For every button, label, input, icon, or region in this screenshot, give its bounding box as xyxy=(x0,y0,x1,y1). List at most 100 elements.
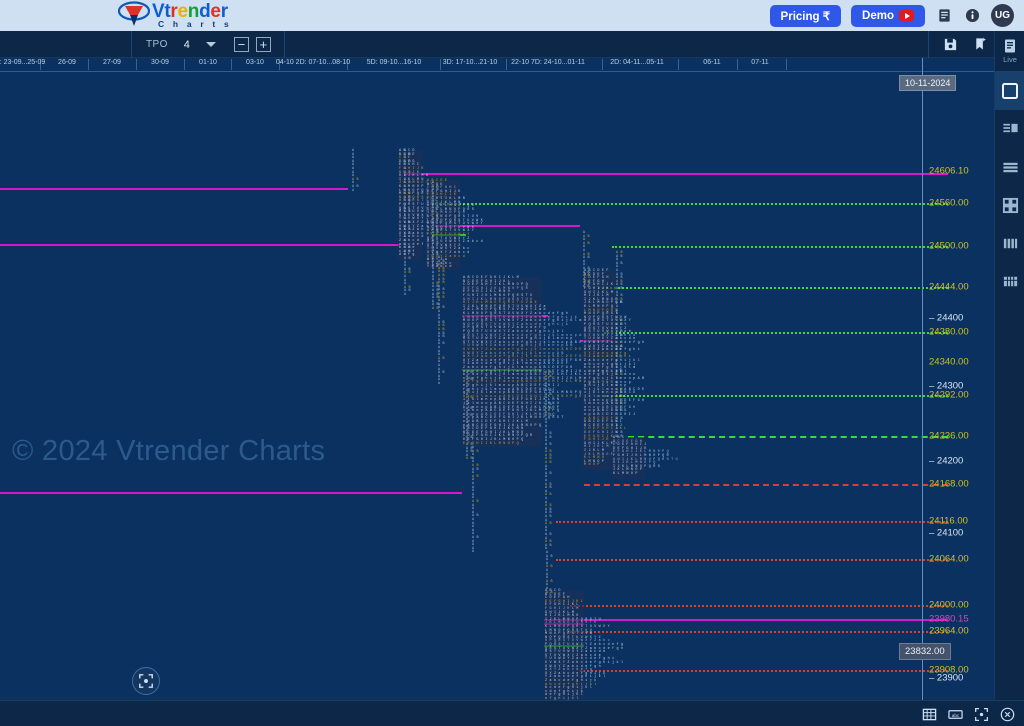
tpo-row: A B xyxy=(616,434,623,439)
reference-line[interactable] xyxy=(0,244,400,246)
fit-screen-icon[interactable] xyxy=(973,706,990,723)
info-icon[interactable] xyxy=(963,7,981,25)
vtrender-logo[interactable]: Vtrender C h a r t s xyxy=(117,1,232,29)
tpo-row: A xyxy=(352,188,355,193)
reference-line[interactable] xyxy=(628,436,948,438)
avatar[interactable]: UG xyxy=(991,4,1014,27)
reference-line[interactable] xyxy=(556,521,948,523)
zoom-in-button[interactable]: + xyxy=(255,37,271,52)
date-tick-label: 03-10 xyxy=(246,59,264,66)
price-tick-label: 24444.00 xyxy=(929,281,969,293)
chart-canvas[interactable]: 3D: 23-09...25-09 26-09 27-09 30-09 01-10 03-… xyxy=(0,58,994,700)
date-axis[interactable]: 3D: 23-09...25-09 26-09 27-09 30-09 01-10 03-… xyxy=(0,58,994,72)
sidebar-item-columns-layout[interactable] xyxy=(995,224,1024,262)
date-separator xyxy=(440,59,441,70)
date-tick-label: 22-10 7D: 24-10...01-11 xyxy=(511,59,585,66)
price-tick-label: – 24400 xyxy=(929,312,964,324)
price-tick-label: 24116.00 xyxy=(929,515,968,527)
columns-icon xyxy=(1003,238,1017,248)
split-panel-icon xyxy=(1002,123,1018,132)
sidebar-item-rows-layout[interactable] xyxy=(995,148,1024,186)
reference-line[interactable] xyxy=(556,559,948,561)
chart-toolbar: TPO 4 − + xyxy=(0,31,1024,58)
date-tick-label: 2D: 04-11...05-11 xyxy=(610,59,664,66)
square-icon xyxy=(1002,83,1018,99)
date-tick-label: 07-11 xyxy=(751,59,769,66)
date-tick-label: 30-09 xyxy=(151,59,169,66)
date-tick-label: 5D: 09-10...16-10 xyxy=(366,59,422,66)
reference-line[interactable] xyxy=(580,670,948,672)
reference-line[interactable] xyxy=(0,492,462,494)
bottombar-actions: abc xyxy=(921,701,1016,726)
sidebar-item-label: Live xyxy=(1003,55,1017,64)
sidebar-item-single-layout[interactable] xyxy=(995,72,1024,110)
grid-toggle-icon[interactable] xyxy=(921,706,938,723)
topbar-actions: Pricing ₹ Demo UG xyxy=(769,0,1014,31)
crosshair-target-icon[interactable] xyxy=(132,667,160,695)
reference-line[interactable] xyxy=(604,395,948,397)
price-tick-label: 24500.00 xyxy=(929,240,969,252)
price-tick-label: 24380.00 xyxy=(929,326,969,338)
reference-line[interactable] xyxy=(584,484,948,486)
price-tick-label: 23964.00 xyxy=(929,625,969,637)
date-separator xyxy=(88,59,89,70)
reference-line[interactable] xyxy=(0,188,348,190)
reference-line[interactable] xyxy=(570,605,948,607)
sidebar-item-live[interactable]: Live xyxy=(995,31,1024,72)
tpo-row: A xyxy=(404,293,407,297)
reference-line[interactable] xyxy=(604,332,948,334)
price-tick-label: – 23900 xyxy=(929,672,964,684)
vtrender-logo-text: Vtrender C h a r t s xyxy=(152,2,232,29)
price-tick-label: 24064.00 xyxy=(929,553,969,565)
date-tick-label: 04-10 2D: 07-10...08-10 xyxy=(275,59,351,66)
tpo-row: A xyxy=(438,382,441,386)
date-separator xyxy=(136,59,137,70)
zoom-out-button[interactable]: − xyxy=(233,37,249,52)
sidebar-item-quad-layout[interactable] xyxy=(995,186,1024,224)
date-tick-label: 3D: 17-10...21-10 xyxy=(442,59,498,66)
price-tick-label: 24168.00 xyxy=(929,478,969,490)
notes-icon[interactable] xyxy=(935,7,953,25)
reference-line[interactable] xyxy=(612,246,948,248)
bottom-statusbar: abc xyxy=(0,700,1024,726)
right-sidebar: Live xyxy=(994,31,1024,726)
date-tick-label: 06-11 xyxy=(703,59,721,66)
price-tick-label: – 24100 xyxy=(929,527,964,539)
plot-area[interactable]: © 2024 Vtrender Charts A B C D B C D E C… xyxy=(0,72,994,700)
sidebar-item-grid-layout[interactable] xyxy=(995,262,1024,300)
abc-toggle-icon[interactable]: abc xyxy=(947,706,964,723)
price-tick-label: 24560.00 xyxy=(929,197,969,209)
date-tick-label: 26-09 xyxy=(58,59,76,66)
pricing-button[interactable]: Pricing ₹ xyxy=(769,4,842,27)
close-circle-icon[interactable] xyxy=(999,706,1016,723)
bookmark-add-icon[interactable] xyxy=(971,36,989,54)
logo-subtitle: C h a r t s xyxy=(158,18,232,29)
date-separator xyxy=(737,59,738,70)
save-icon[interactable] xyxy=(941,36,959,54)
tpo-row: A B xyxy=(583,285,590,289)
reference-line[interactable] xyxy=(570,631,948,633)
price-tick-label: 23980.15 xyxy=(929,613,969,625)
avatar-initials: UG xyxy=(995,10,1010,21)
reference-line[interactable] xyxy=(612,246,614,248)
svg-text:abc: abc xyxy=(952,712,960,717)
youtube-play-icon xyxy=(899,10,914,21)
tpo-label: TPO xyxy=(146,39,168,50)
date-tick-label: 01-10 xyxy=(199,59,217,66)
sidebar-item-split-layout[interactable] xyxy=(995,110,1024,148)
price-tick-label: 24292.00 xyxy=(929,389,969,401)
demo-button[interactable]: Demo xyxy=(851,4,925,27)
chevron-down-icon[interactable] xyxy=(205,42,216,47)
price-badge: 23832.00 xyxy=(899,643,951,660)
pricing-button-label: Pricing ₹ xyxy=(780,10,831,23)
reference-line[interactable] xyxy=(598,287,948,289)
toolbar-right-actions xyxy=(928,31,996,58)
reference-line[interactable] xyxy=(432,203,948,205)
price-axis[interactable]: 24606.10 24560.00 24500.00 24444.00 – 24400 2… xyxy=(922,58,994,726)
rows-icon xyxy=(1002,162,1018,172)
price-tick-label: 24000.00 xyxy=(929,599,969,611)
price-tick-label: 24340.00 xyxy=(929,356,969,368)
reference-line[interactable] xyxy=(544,619,948,621)
date-badge: 10-11-2024 xyxy=(899,75,957,91)
reference-line[interactable] xyxy=(404,173,948,175)
